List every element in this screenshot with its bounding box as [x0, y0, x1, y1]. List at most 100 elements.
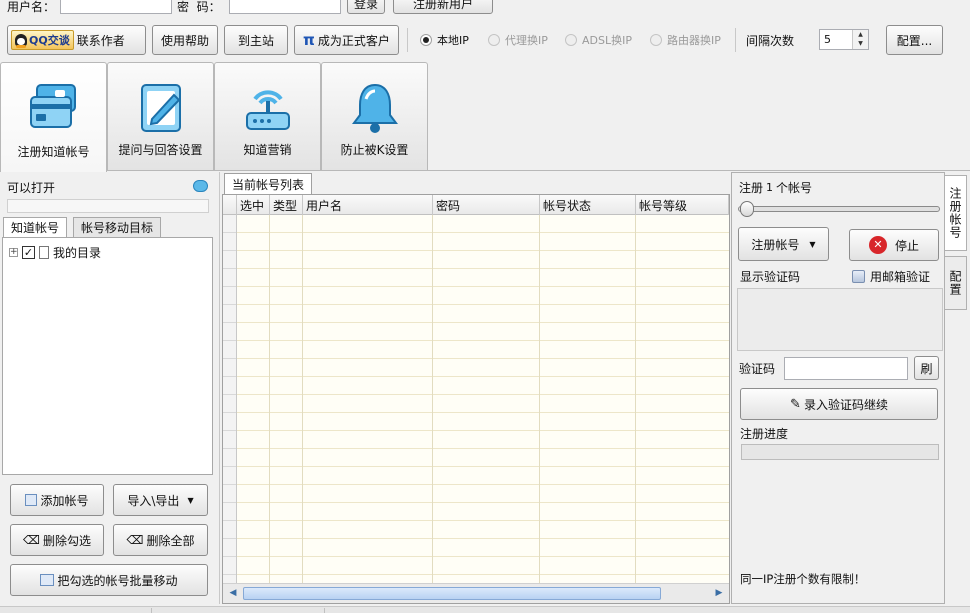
contact-author-button[interactable]: QQ交谈 联系作者: [7, 25, 146, 55]
pi-icon: π: [303, 31, 315, 49]
tab-current-accounts[interactable]: 当前帐号列表: [224, 173, 313, 194]
tab-register-account[interactable]: 注册知道帐号: [0, 62, 107, 172]
tab-anti-ban-settings[interactable]: 防止被K设置: [321, 62, 428, 170]
radio-label: 路由器换IP: [667, 34, 721, 47]
slider-thumb[interactable]: [740, 201, 754, 217]
register-count-value: 1: [766, 181, 774, 194]
side-tab-register-account[interactable]: 注册帐号: [945, 175, 967, 251]
cards-icon: [29, 84, 76, 128]
add-account-button[interactable]: 添加帐号: [10, 484, 104, 516]
dropdown-arrow-icon: ▼: [187, 495, 194, 505]
submit-captcha-button[interactable]: ✎ 录入验证码继续: [740, 388, 938, 420]
radio-adsl-ip[interactable]: ADSL换IP: [565, 32, 632, 48]
captcha-image-area: [737, 288, 943, 351]
batch-move-button[interactable]: 把勾选的帐号批量移动: [10, 564, 208, 596]
password-input[interactable]: [229, 0, 341, 14]
qq-chat-badge[interactable]: QQ交谈: [11, 30, 74, 50]
add-account-label: 添加帐号: [40, 493, 89, 508]
tab-zhidao-accounts[interactable]: 知道帐号: [3, 217, 68, 237]
go-home-button[interactable]: 到主站: [224, 25, 288, 55]
login-button[interactable]: 登录: [347, 0, 385, 14]
edit-pencil-icon: ✎: [790, 396, 801, 412]
username-input[interactable]: [60, 0, 172, 14]
radio-dot: [488, 34, 500, 46]
contact-author-label: 联系作者: [76, 33, 125, 48]
become-customer-button[interactable]: π 成为正式客户: [294, 25, 399, 55]
register-account-button[interactable]: 注册帐号 ▼: [738, 227, 829, 261]
scroll-right-arrow-icon[interactable]: ▶: [711, 586, 727, 601]
delete-all-button[interactable]: ⌫ 删除全部: [113, 524, 208, 556]
radio-dot: [565, 34, 577, 46]
register-count-label: 注册 1 个帐号: [739, 179, 812, 196]
become-customer-label: 成为正式客户: [317, 33, 390, 48]
horizontal-scrollbar[interactable]: ◀ ▶: [223, 583, 729, 603]
grid-body[interactable]: [223, 215, 729, 583]
scroll-thumb[interactable]: [243, 587, 661, 600]
refresh-captcha-button[interactable]: 刷: [914, 356, 939, 380]
col-header-selected[interactable]: 选中: [237, 195, 270, 215]
config-button[interactable]: 配置...: [886, 25, 943, 55]
help-button[interactable]: 使用帮助: [152, 25, 218, 55]
add-list-icon: [25, 494, 38, 506]
speech-bubble-icon[interactable]: [193, 180, 208, 192]
delete-checked-label: 删除勾选: [42, 533, 91, 548]
import-export-label: 导入\导出: [127, 493, 180, 508]
interval-label: 间隔次数: [746, 34, 795, 48]
tab-question-answer-settings[interactable]: 提问与回答设置: [107, 62, 214, 170]
move-list-icon: [40, 574, 55, 586]
scroll-left-arrow-icon[interactable]: ◀: [225, 586, 241, 601]
eraser-icon: ⌫: [23, 533, 40, 547]
col-header-type[interactable]: 类型: [270, 195, 303, 215]
grid-line: [635, 215, 636, 583]
expand-icon[interactable]: +: [9, 248, 18, 257]
stop-button[interactable]: ✕ 停止: [849, 229, 939, 261]
radio-local-ip[interactable]: 本地IP: [420, 32, 469, 48]
email-verify-checkbox[interactable]: 用邮箱验证: [852, 268, 930, 285]
tab-zhidao-marketing[interactable]: 知道营销: [214, 62, 321, 170]
progress-label: 注册进度: [740, 427, 789, 441]
col-header-level[interactable]: 帐号等级: [636, 195, 729, 215]
account-tree[interactable]: + ✓ 我的目录: [2, 237, 213, 475]
interval-spinner[interactable]: 5 ▲ ▼: [819, 29, 869, 50]
tab-label: 知道营销: [243, 143, 292, 157]
import-export-button[interactable]: 导入\导出 ▼: [113, 484, 208, 516]
tree-node-root[interactable]: + ✓ 我的目录: [9, 244, 101, 261]
captcha-input[interactable]: [784, 357, 908, 380]
delete-all-label: 删除全部: [146, 533, 195, 548]
toolbar-divider: [407, 28, 408, 52]
document-icon: [39, 246, 49, 259]
row-indicator-column: [223, 215, 237, 583]
account-grid[interactable]: 选中 类型 用户名 密码 帐号状态 帐号等级 ◀ ▶: [222, 194, 730, 604]
status-bar: [0, 606, 970, 613]
tab-label: 注册知道帐号: [17, 145, 90, 159]
checkbox-checked-icon[interactable]: ✓: [22, 246, 35, 259]
stop-label: 停止: [894, 238, 919, 253]
grid-line: [432, 215, 433, 583]
radio-proxy-ip[interactable]: 代理换IP: [488, 32, 548, 48]
grid-line: [302, 215, 303, 583]
side-tab-config[interactable]: 配置: [945, 256, 967, 310]
pencil-note-icon: [140, 84, 181, 132]
col-header-password[interactable]: 密码: [433, 195, 540, 215]
submit-captcha-label: 录入验证码继续: [803, 397, 888, 412]
grid-line: [269, 215, 270, 583]
status-pane: [2, 608, 152, 613]
col-header-status[interactable]: 帐号状态: [540, 195, 636, 215]
spinner-arrows-icon[interactable]: ▲ ▼: [852, 30, 868, 49]
delete-checked-button[interactable]: ⌫ 删除勾选: [10, 524, 104, 556]
splitter[interactable]: [219, 172, 220, 604]
register-account-label: 注册帐号: [751, 237, 800, 252]
register-count-prefix: 注册: [739, 181, 764, 195]
tab-label: 提问与回答设置: [118, 143, 203, 157]
register-new-user-button[interactable]: 注册新用户: [393, 0, 493, 14]
dropdown-arrow-icon: ▼: [809, 239, 816, 249]
slider-track[interactable]: [738, 206, 940, 212]
tab-move-target[interactable]: 帐号移动目标: [73, 217, 162, 237]
captcha-label: 验证码: [739, 362, 776, 376]
radio-router-ip[interactable]: 路由器换IP: [650, 32, 721, 48]
register-count-slider[interactable]: [738, 201, 940, 217]
checkbox-icon[interactable]: [852, 270, 865, 283]
username-label: 用户名：: [7, 0, 56, 14]
col-header-username[interactable]: 用户名: [303, 195, 433, 215]
radio-label: 代理换IP: [505, 34, 548, 47]
